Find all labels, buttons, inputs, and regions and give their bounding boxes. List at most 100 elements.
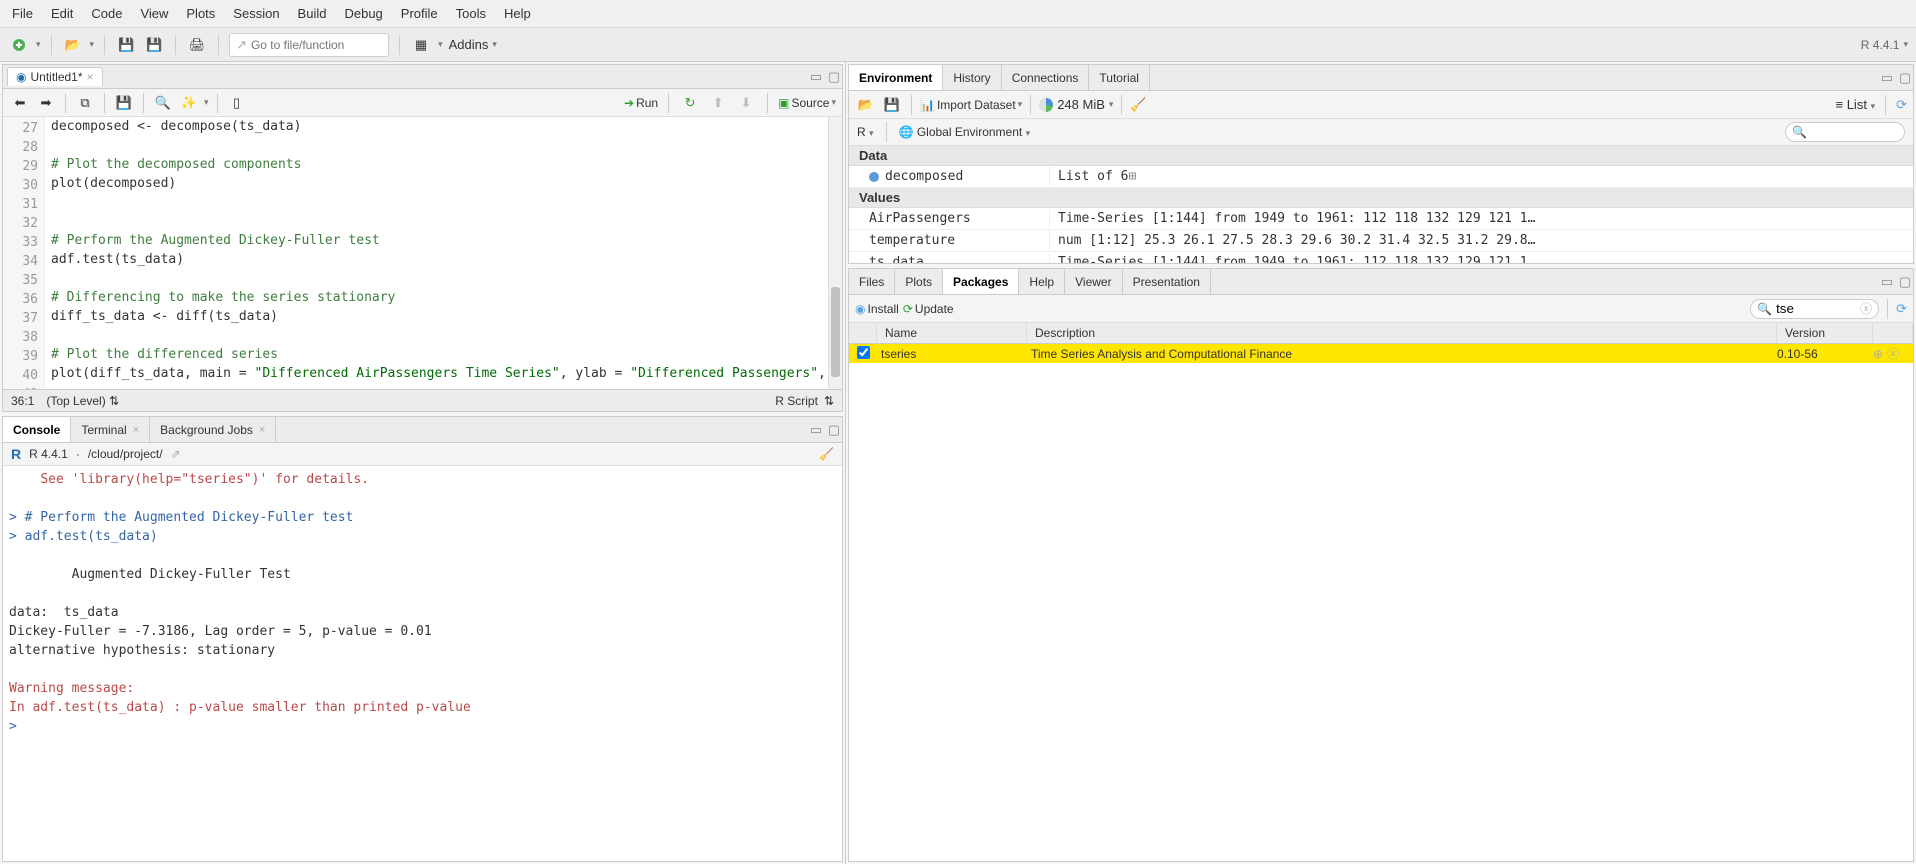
menu-file[interactable]: File: [12, 6, 33, 21]
new-file-icon[interactable]: [8, 34, 30, 56]
addins-menu[interactable]: Addins▾: [449, 37, 497, 52]
memory-usage-label[interactable]: 248 MiB: [1057, 97, 1105, 112]
maximize-pane-icon[interactable]: ▢: [826, 70, 842, 84]
minimize-pane-icon[interactable]: ▭: [1879, 71, 1895, 85]
show-in-new-window-icon[interactable]: ⧉: [74, 92, 96, 114]
find-icon[interactable]: 🔍: [152, 92, 174, 114]
forward-icon[interactable]: ➡: [35, 92, 57, 114]
package-remove-icon[interactable]: ⓧ: [1887, 345, 1899, 362]
refresh-packages-icon[interactable]: ⟳: [1896, 301, 1907, 317]
maximize-pane-icon[interactable]: ▢: [1897, 71, 1913, 85]
env-row-temperature[interactable]: temperaturenum [1:12] 25.3 26.1 27.5 28.…: [849, 230, 1913, 252]
tab-presentation[interactable]: Presentation: [1123, 269, 1211, 294]
new-file-dropdown-icon[interactable]: ▾: [36, 39, 41, 50]
back-icon[interactable]: ⬅: [9, 92, 31, 114]
code-editor[interactable]: 27 28 29 30 31 32 33 34 35 36 37 38 39 4…: [3, 117, 842, 389]
tab-history[interactable]: History: [943, 65, 1001, 90]
update-button[interactable]: ⟳Update: [903, 302, 954, 316]
minimize-pane-icon[interactable]: ▭: [808, 70, 824, 84]
load-workspace-icon[interactable]: 📂: [855, 94, 877, 116]
grid-dropdown-icon[interactable]: ▾: [438, 39, 443, 50]
tab-help[interactable]: Help: [1019, 269, 1065, 294]
goto-input-field[interactable]: [251, 38, 382, 52]
global-env-selector[interactable]: 🌐 Global Environment ▾: [899, 125, 1031, 139]
menu-profile[interactable]: Profile: [401, 6, 438, 21]
view-icon[interactable]: ⊞: [1128, 169, 1144, 184]
packages-search-input[interactable]: 🔍 ⓧ: [1750, 299, 1879, 319]
install-button[interactable]: ◉Install: [855, 302, 899, 316]
clear-search-icon[interactable]: ⓧ: [1860, 300, 1872, 317]
console-output[interactable]: See 'library(help="tseries")' for detail…: [3, 466, 842, 861]
path-arrow-icon[interactable]: ⇗: [171, 447, 181, 461]
r-scope-selector[interactable]: R ▾: [857, 125, 874, 139]
save-workspace-icon[interactable]: 💾: [881, 94, 903, 116]
tab-background-jobs[interactable]: Background Jobs×: [150, 417, 276, 442]
clear-env-icon[interactable]: 🧹: [1130, 97, 1146, 113]
grid-icon[interactable]: ▦: [410, 34, 432, 56]
package-row-tseries[interactable]: tseriesTime Series Analysis and Computat…: [849, 344, 1913, 363]
tab-terminal[interactable]: Terminal×: [71, 417, 150, 442]
col-name[interactable]: Name: [877, 323, 1027, 343]
minimize-pane-icon[interactable]: ▭: [1879, 275, 1895, 289]
code-lines[interactable]: decomposed <- decompose(ts_data) # Plot …: [45, 117, 828, 389]
menu-code[interactable]: Code: [91, 6, 122, 21]
close-icon[interactable]: ×: [133, 424, 139, 436]
tab-packages[interactable]: Packages: [943, 269, 1019, 294]
maximize-pane-icon[interactable]: ▢: [826, 423, 842, 437]
import-dataset-button[interactable]: 📊 Import Dataset ▾: [920, 98, 1022, 112]
console-path[interactable]: /cloud/project/: [88, 447, 163, 461]
tab-files[interactable]: Files: [849, 269, 895, 294]
open-project-icon[interactable]: 📂: [62, 34, 84, 56]
col-version[interactable]: Version: [1777, 323, 1873, 343]
env-row-AirPassengers[interactable]: AirPassengersTime-Series [1:144] from 19…: [849, 208, 1913, 230]
tab-plots[interactable]: Plots: [895, 269, 943, 294]
env-row-ts_data[interactable]: ts_dataTime-Series [1:144] from 1949 to …: [849, 252, 1913, 263]
tab-console[interactable]: Console: [3, 417, 71, 442]
menu-session[interactable]: Session: [233, 6, 279, 21]
clear-console-icon[interactable]: 🧹: [819, 447, 834, 461]
goto-file-function-input[interactable]: ↗: [229, 33, 389, 57]
open-recent-dropdown-icon[interactable]: ▾: [90, 39, 95, 50]
menu-help[interactable]: Help: [504, 6, 531, 21]
close-icon[interactable]: ×: [259, 424, 265, 436]
source-button[interactable]: ▣Source ▾: [778, 96, 836, 110]
package-web-icon[interactable]: ⊕: [1873, 347, 1883, 361]
file-type-label[interactable]: R Script: [775, 394, 818, 408]
package-checkbox[interactable]: [857, 346, 870, 359]
up-icon[interactable]: ⬆: [707, 92, 729, 114]
close-tab-icon[interactable]: ×: [87, 70, 94, 84]
refresh-env-icon[interactable]: ⟳: [1896, 97, 1907, 113]
notebook-icon[interactable]: ▯: [226, 92, 248, 114]
col-description[interactable]: Description: [1027, 323, 1777, 343]
menu-debug[interactable]: Debug: [344, 6, 382, 21]
run-button[interactable]: ➔Run: [624, 96, 658, 110]
tab-tutorial[interactable]: Tutorial: [1089, 65, 1150, 90]
rerun-icon[interactable]: ↻: [679, 92, 701, 114]
memory-usage-icon[interactable]: [1039, 98, 1053, 112]
save-icon[interactable]: 💾: [115, 34, 137, 56]
tab-viewer[interactable]: Viewer: [1065, 269, 1122, 294]
tab-environment[interactable]: Environment: [849, 65, 943, 90]
env-row-decomposed[interactable]: decomposedList of 6⊞: [849, 166, 1913, 188]
editor-scrollbar[interactable]: [828, 117, 842, 389]
scope-label[interactable]: (Top Level): [46, 394, 105, 408]
env-search-input[interactable]: 🔍: [1785, 122, 1905, 142]
tab-connections[interactable]: Connections: [1002, 65, 1090, 90]
list-view-button[interactable]: ≡ List ▾: [1836, 97, 1876, 112]
print-icon[interactable]: 🖨: [186, 34, 208, 56]
r-version-label[interactable]: R 4.4.1 ▾: [1861, 38, 1908, 52]
source-tab-untitled[interactable]: ◉ Untitled1* ×: [7, 67, 103, 86]
save-source-icon[interactable]: 💾: [113, 92, 135, 114]
save-all-icon[interactable]: 💾: [143, 34, 165, 56]
maximize-pane-icon[interactable]: ▢: [1897, 275, 1913, 289]
down-icon[interactable]: ⬇: [735, 92, 757, 114]
menu-tools[interactable]: Tools: [456, 6, 486, 21]
minimize-pane-icon[interactable]: ▭: [808, 423, 824, 437]
menu-build[interactable]: Build: [298, 6, 327, 21]
menu-plots[interactable]: Plots: [186, 6, 215, 21]
expand-icon[interactable]: [869, 172, 879, 182]
menu-edit[interactable]: Edit: [51, 6, 73, 21]
source-statusbar: 36:1 (Top Level) ⇅ R Script ⇅: [3, 389, 842, 411]
menu-view[interactable]: View: [140, 6, 168, 21]
wand-icon[interactable]: ✨: [178, 92, 200, 114]
